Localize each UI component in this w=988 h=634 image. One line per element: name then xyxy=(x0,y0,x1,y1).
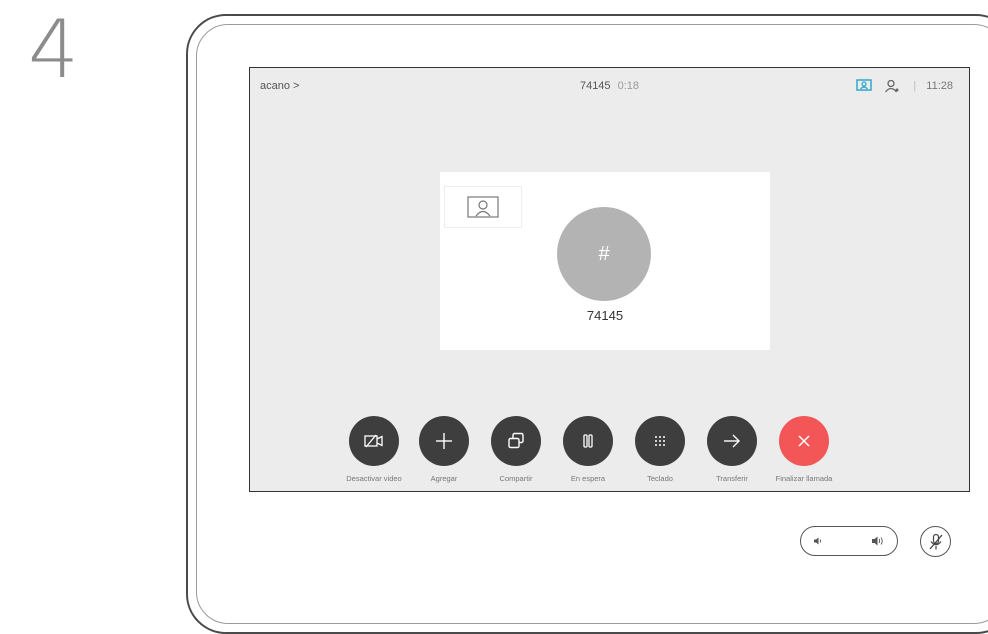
add-label: Agregar xyxy=(430,474,458,483)
end-call-icon xyxy=(798,435,810,447)
participant-name: 74145 xyxy=(586,308,624,323)
transfer-control: Transferir xyxy=(696,416,768,483)
statusbar-right: | 11:28 xyxy=(853,77,953,95)
end-call-button[interactable] xyxy=(779,416,829,466)
plus-icon xyxy=(436,433,452,449)
avatar: # xyxy=(557,207,651,301)
end-call-control: Finalizar llamada xyxy=(768,416,840,483)
microphone-muted-icon xyxy=(929,533,942,549)
video-panel: # 74145 xyxy=(440,172,770,350)
transfer-icon xyxy=(724,434,740,448)
volume-down-icon[interactable] xyxy=(813,536,823,546)
transfer-button[interactable] xyxy=(707,416,757,466)
keypad-icon xyxy=(655,436,665,446)
keypad-label: Teclado xyxy=(647,474,673,483)
disable-video-label: Desactivar video xyxy=(346,474,402,483)
disable-video-button[interactable] xyxy=(349,416,399,466)
contacts-icon[interactable] xyxy=(881,77,903,95)
call-controls: Desactivar video Agregar Compartir En es… xyxy=(338,416,878,486)
share-button[interactable] xyxy=(491,416,541,466)
disable-video-control: Desactivar video xyxy=(338,416,410,483)
transfer-label: Transferir xyxy=(716,474,748,483)
volume-up-icon[interactable] xyxy=(871,535,885,547)
keypad-button[interactable] xyxy=(635,416,685,466)
selfview-toggle[interactable] xyxy=(444,186,522,228)
hold-icon xyxy=(583,434,593,448)
mute-button[interactable] xyxy=(920,526,951,557)
share-label: Compartir xyxy=(499,474,533,483)
touch-screen: acano > 74145 0:18 | 11:28 # 74145 Desac… xyxy=(249,67,970,492)
call-timer: 0:18 xyxy=(617,80,640,92)
camera-off-icon xyxy=(364,434,383,448)
separator: | xyxy=(913,80,917,92)
hold-button[interactable] xyxy=(563,416,613,466)
step-number: 4 xyxy=(28,3,79,96)
add-control: Agregar xyxy=(408,416,480,483)
share-control: Compartir xyxy=(480,416,552,483)
selfview-icon xyxy=(467,196,499,218)
end-call-label: Finalizar llamada xyxy=(775,474,833,483)
volume-control[interactable] xyxy=(800,526,898,556)
share-icon xyxy=(508,432,524,449)
call-number: 74145 xyxy=(579,80,611,92)
hold-label: En espera xyxy=(570,474,606,483)
clock: 11:28 xyxy=(926,80,953,92)
hold-control: En espera xyxy=(552,416,624,483)
keypad-control: Teclado xyxy=(624,416,696,483)
screen-share-icon[interactable] xyxy=(853,77,875,95)
add-button[interactable] xyxy=(419,416,469,466)
